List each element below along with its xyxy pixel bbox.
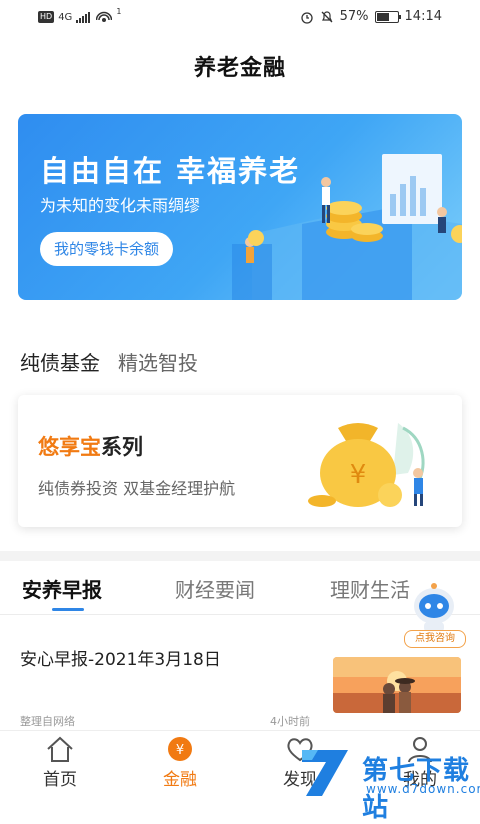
product-card[interactable]: 悠享宝系列 纯债券投资 双基金经理护航 ¥ — [18, 395, 462, 527]
battery-icon — [374, 10, 401, 23]
watermark-url: www.d7down.com — [366, 782, 480, 796]
tab-morning-report[interactable]: 安养早报 — [22, 574, 102, 603]
balance-button[interactable]: 我的零钱卡余额 — [40, 232, 174, 266]
money-bag-icon: ¥ — [308, 423, 425, 507]
network-type: 4G — [58, 11, 73, 23]
nav-finance[interactable]: ¥ 金融 — [140, 731, 220, 801]
page-title: 养老金融 — [193, 56, 286, 81]
status-left: HD 4G 1 — [38, 6, 122, 24]
banner-headline: 自由自在 幸福养老 — [40, 154, 301, 188]
product-name-highlight: 悠享宝 — [38, 435, 101, 459]
active-tab-indicator — [52, 608, 84, 611]
product-name-suffix: 系列 — [101, 435, 143, 459]
product-card-subtitle: 纯债券投资 双基金经理护航 — [38, 479, 236, 498]
yuan-icon: ¥ — [168, 737, 192, 761]
consult-button[interactable]: 点我咨询 — [404, 630, 466, 648]
hotspot-icon — [96, 11, 113, 22]
alarm-icon — [300, 11, 313, 24]
signal-icon — [76, 12, 91, 23]
sunset-image — [333, 657, 461, 713]
battery-percent: 57% — [339, 9, 369, 24]
status-right: 57% 14:14 — [300, 9, 442, 24]
section-divider — [0, 551, 480, 561]
fund-tabs: 纯债基金 精选智投 — [20, 347, 198, 376]
svg-text:¥: ¥ — [176, 743, 184, 758]
tab-finance-life[interactable]: 理财生活 — [330, 574, 410, 603]
mute-icon — [321, 10, 333, 22]
svg-text:¥: ¥ — [350, 460, 367, 490]
banner-illustration — [232, 154, 462, 300]
nav-home-label: 首页 — [43, 770, 77, 790]
news-time: 4小时前 — [270, 715, 310, 728]
news-thumbnail[interactable] — [333, 657, 461, 713]
promo-banner[interactable]: 自由自在 幸福养老 为未知的变化未雨绸缪 我的零钱卡余额 — [18, 114, 462, 300]
watermark-logo — [302, 750, 348, 796]
nav-home[interactable]: 首页 — [20, 731, 100, 801]
news-item-title[interactable]: 安心早报-2021年3月18日 — [20, 645, 221, 670]
banner-subtitle: 为未知的变化未雨绸缪 — [40, 196, 201, 215]
tab-smart-invest[interactable]: 精选智投 — [118, 347, 198, 376]
hotspot-count: 1 — [116, 6, 122, 16]
news-source: 整理自网络 — [20, 715, 75, 728]
nav-finance-label: 金融 — [163, 770, 197, 790]
tab-finance-news[interactable]: 财经要闻 — [175, 574, 255, 603]
clock: 14:14 — [404, 9, 442, 24]
status-bar: HD 4G 1 57% 14:14 — [0, 0, 480, 36]
watermark: 第七下载站 www.d7down.com — [292, 744, 480, 823]
network-badge: HD — [38, 11, 55, 23]
home-icon — [47, 736, 73, 762]
tab-pure-bond-fund[interactable]: 纯债基金 — [20, 347, 100, 376]
product-card-title: 悠享宝系列 — [38, 431, 143, 461]
